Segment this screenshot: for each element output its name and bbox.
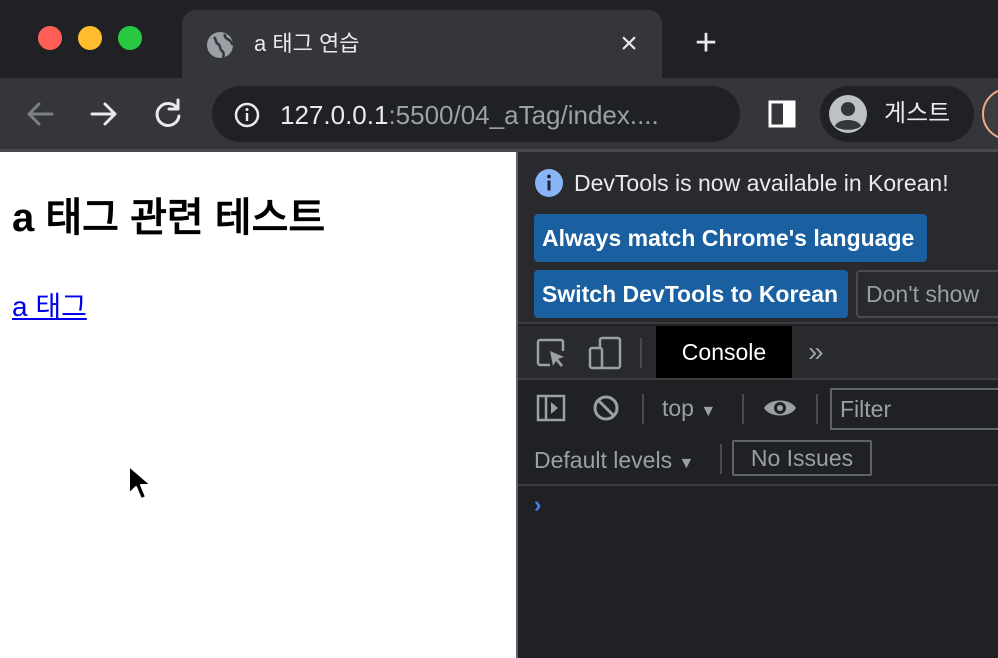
url-path: :5500/04_aTag/index.... (388, 100, 659, 130)
tab-strip: a 태그 연습 × + (0, 0, 998, 78)
devtools-tabbar: Console » (518, 326, 998, 380)
eye-icon[interactable] (762, 394, 798, 422)
arrow-left-icon (27, 102, 54, 126)
tab-title: a 태그 연습 (254, 31, 360, 56)
close-window-button[interactable] (38, 26, 62, 50)
avatar-icon (829, 95, 867, 133)
reload-icon (155, 98, 181, 127)
console-toolbar: top ▼ Filter (518, 382, 998, 434)
page-link[interactable]: a 태그 (12, 290, 87, 324)
console-toolbar-secondary: Default levels ▼ No Issues (518, 434, 998, 486)
toolbar-separator (720, 444, 722, 474)
address-bar[interactable]: 127.0.0.1:5500/04_aTag/index.... (212, 86, 740, 142)
toolbar-separator (816, 394, 818, 424)
forward-button[interactable] (84, 94, 124, 134)
profile-button[interactable]: 게스트 (820, 86, 974, 142)
close-tab-icon[interactable]: × (614, 29, 644, 60)
page-heading: a 태그 관련 테스트 (12, 196, 326, 240)
toolbar-separator (642, 394, 644, 424)
devtools-panel: DevTools is now available in Korean! Alw… (518, 152, 998, 658)
clear-console-icon[interactable] (592, 394, 620, 422)
chevron-down-icon: ▼ (700, 403, 717, 420)
context-selector[interactable]: top ▼ (662, 392, 716, 428)
reload-button[interactable] (148, 94, 188, 134)
side-panel-icon[interactable] (768, 100, 796, 128)
chevron-down-icon: ▼ (678, 455, 695, 472)
url-host: 127.0.0.1 (280, 100, 389, 130)
new-tab-button[interactable]: + (688, 24, 724, 62)
infobar-message: DevTools is now available in Korean! (574, 170, 949, 196)
info-icon[interactable] (234, 102, 260, 128)
filter-input[interactable]: Filter (830, 388, 998, 430)
language-infobar: DevTools is now available in Korean! Alw… (518, 152, 998, 324)
console-prompt-icon[interactable]: › (534, 492, 541, 518)
browser-toolbar: 127.0.0.1:5500/04_aTag/index.... 게스트 (0, 78, 998, 150)
mouse-cursor-icon (128, 465, 152, 500)
dont-show-button[interactable]: Don't show (856, 270, 998, 318)
always-match-language-button[interactable]: Always match Chrome's language (534, 214, 927, 262)
profile-label: 게스트 (884, 100, 951, 127)
back-button[interactable] (20, 94, 60, 134)
sidebar-toggle-icon[interactable] (536, 394, 566, 422)
globe-icon (207, 32, 234, 59)
context-value: top (662, 395, 694, 421)
log-levels-dropdown[interactable]: Default levels ▼ (534, 444, 694, 480)
tab-console[interactable]: Console (656, 326, 792, 378)
switch-to-korean-button[interactable]: Switch DevTools to Korean (534, 270, 848, 318)
toolbar-separator (640, 338, 642, 368)
more-tabs-icon[interactable]: » (808, 336, 824, 368)
issues-button[interactable]: No Issues (732, 440, 872, 476)
address-url[interactable]: 127.0.0.1:5500/04_aTag/index.... (280, 100, 659, 130)
page-viewport: a 태그 관련 테스트 a 태그 (0, 152, 516, 658)
toolbar-separator (742, 394, 744, 424)
device-toolbar-icon[interactable] (588, 336, 622, 370)
browser-tab[interactable]: a 태그 연습 × (182, 10, 662, 78)
levels-label: Default levels (534, 447, 673, 473)
account-avatar[interactable] (982, 88, 998, 140)
arrow-right-icon (90, 102, 117, 126)
zoom-window-button[interactable] (118, 26, 142, 50)
minimize-window-button[interactable] (78, 26, 102, 50)
inspect-element-icon[interactable] (536, 338, 566, 368)
info-icon (535, 169, 563, 197)
